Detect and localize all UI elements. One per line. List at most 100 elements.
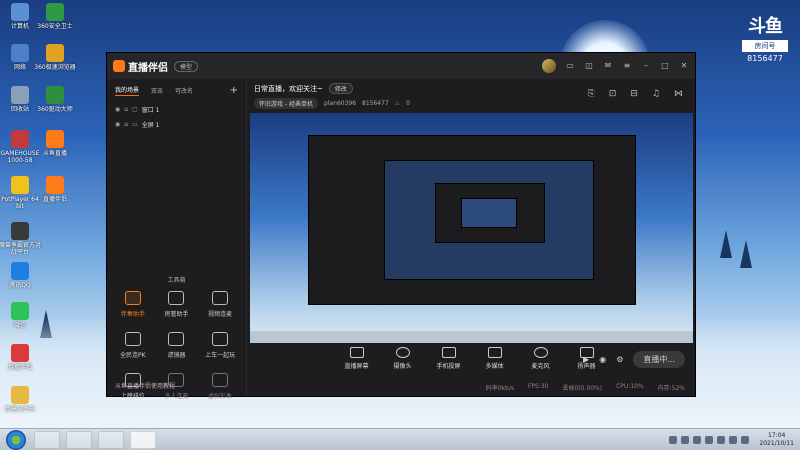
desktop-icon[interactable]: 腾讯QQ: [0, 262, 43, 289]
live-preview[interactable]: [250, 113, 693, 343]
taskbar-folder[interactable]: [66, 430, 92, 449]
avatar[interactable]: [542, 59, 556, 73]
settings-icon[interactable]: ⚙: [616, 355, 623, 364]
gift-icon[interactable]: ⊟: [630, 89, 638, 99]
start-button[interactable]: [6, 429, 26, 450]
bell-icon[interactable]: ♫: [652, 89, 660, 99]
tool-item[interactable]: 房管助手: [155, 291, 199, 318]
copy-icon[interactable]: ⎘: [588, 89, 595, 99]
eye-icon[interactable]: ◉: [599, 355, 606, 364]
app-icon: [11, 3, 29, 21]
message-icon[interactable]: ▭: [565, 61, 575, 71]
tutorial-link[interactable]: 斗鱼直播伴侣使用教程: [115, 381, 175, 390]
tray-icon[interactable]: [705, 435, 714, 444]
control-label: 摄像头: [393, 363, 412, 370]
tab-rename[interactable]: 可改名: [175, 86, 193, 95]
add-scene-icon[interactable]: +: [230, 85, 238, 96]
control-media[interactable]: 多媒体: [480, 347, 510, 370]
douyu-watermark: 斗鱼 房间号 8156477: [742, 12, 788, 63]
left-panel: 我的场景 双击 可改名 + ◉ ⌂ ▢ 窗口 1 ◉ ⌂ ▭ 全屏 1 工具箱 …: [107, 79, 247, 400]
network-icon[interactable]: [729, 435, 738, 444]
live-controls: ▶ ◉ ⚙ 直播中...: [583, 351, 685, 368]
source-item[interactable]: ◉ ⌂ ▢ 窗口 1: [107, 102, 246, 117]
desktop-icon[interactable]: 360驱动大师: [32, 86, 78, 113]
tool-label: 滤镜器: [167, 352, 186, 359]
window-icon: ▢: [132, 106, 138, 113]
desktop-icon-label: 腾讯QQ: [9, 282, 31, 289]
tool-label: 多人连麦: [164, 393, 189, 400]
version-badge[interactable]: 模型: [174, 60, 199, 72]
tool-label: 上车一起玩: [205, 352, 236, 359]
tool-icon: [212, 373, 229, 387]
share-icon[interactable]: ⋈: [674, 89, 683, 99]
tool-item[interactable]: 全民连PK: [111, 332, 155, 359]
tool-item[interactable]: 伴奏助手: [111, 291, 155, 318]
tray-icon[interactable]: [681, 435, 690, 444]
main-panel: 日常直播，欢迎关注~ 修改 怀旧游戏 - 经典单机 plan60396 8156…: [248, 79, 695, 396]
control-camera[interactable]: 摄像头: [388, 347, 418, 370]
lock-icon[interactable]: ⌂: [124, 106, 128, 113]
control-screen[interactable]: 直播屏幕: [342, 347, 372, 370]
taskbar: 17:04 2021/10/11: [0, 428, 800, 450]
tree: [740, 240, 752, 268]
tool-item[interactable]: 上车一起玩: [198, 332, 242, 359]
desktop-icon[interactable]: 直播伴侣: [32, 176, 78, 203]
taskbar-game[interactable]: [98, 430, 124, 449]
record-icon[interactable]: ▶: [583, 355, 589, 364]
status-bar: 码率0kb/s FPS:30 丢帧0(0.00%) CPU:10% 内存:52%: [248, 383, 695, 392]
tab-double-click[interactable]: 双击: [151, 86, 163, 95]
heart-icon: ♨: [394, 100, 401, 107]
volume-icon[interactable]: [741, 435, 750, 444]
tool-item[interactable]: 视频连麦: [198, 291, 242, 318]
desktop-icon[interactable]: 斗鱼直播: [32, 130, 78, 157]
username: plan60396: [323, 100, 357, 107]
desktop-icon-label: 斗鱼直播: [42, 150, 67, 157]
category-tag[interactable]: 怀旧游戏 - 经典单机: [254, 98, 318, 109]
desktop-icon[interactable]: 360极速浏览器: [32, 44, 78, 71]
tray-icon[interactable]: [669, 435, 678, 444]
source-item[interactable]: ◉ ⌂ ▭ 全屏 1: [107, 117, 246, 132]
lock-icon[interactable]: ⌂: [124, 121, 128, 128]
minimize-icon[interactable]: –: [641, 61, 651, 71]
desktop-icon-label: 魔兽争霸官方对战平台: [0, 242, 41, 256]
mail-icon[interactable]: ✉: [603, 61, 613, 71]
app-icon: [11, 44, 29, 62]
tool-item[interactable]: 滤镜器: [155, 332, 199, 359]
media-icon: [487, 347, 502, 358]
control-phone[interactable]: 手机投屏: [434, 347, 464, 370]
skin-icon[interactable]: ◫: [584, 61, 594, 71]
tool-item[interactable]: 虚拟形象: [198, 373, 242, 400]
clock[interactable]: 17:04 2021/10/11: [759, 432, 794, 448]
control-label: 手机投屏: [436, 363, 461, 370]
taskbar-explorer[interactable]: [34, 430, 60, 449]
start-live-button[interactable]: 直播中...: [633, 351, 685, 368]
desktop-icon[interactable]: 直播伴侣: [0, 344, 43, 371]
screenshot-icon[interactable]: ⊡: [609, 89, 617, 99]
tray-icon[interactable]: [717, 435, 726, 444]
menu-icon[interactable]: ≡: [622, 61, 632, 71]
bitrate: 码率0kb/s: [485, 385, 514, 392]
desktop-icon[interactable]: 360安全卫士: [32, 3, 78, 30]
tool-label: 上榜排位: [120, 393, 145, 400]
dropped-frames: 丢帧0(0.00%): [562, 385, 603, 392]
source-label: 窗口 1: [141, 107, 160, 114]
room-id: 8156477: [362, 100, 389, 107]
desktop-icon[interactable]: 新建文件夹: [0, 386, 43, 413]
desktop-icon[interactable]: 微信: [0, 302, 43, 329]
maximize-icon[interactable]: □: [660, 61, 670, 71]
tab-my-scene[interactable]: 我的场景: [115, 85, 140, 96]
tray-icon[interactable]: [693, 435, 702, 444]
preview-nested-window: [435, 183, 545, 243]
eye-icon[interactable]: ◉: [115, 121, 120, 128]
taskbar-live-companion[interactable]: [130, 430, 156, 449]
app-icon: [11, 262, 29, 280]
app-icon: [46, 130, 64, 148]
desktop-icon-label: 新建文件夹: [4, 406, 35, 413]
tool-icon: [168, 291, 185, 305]
desktop-icon[interactable]: 魔兽争霸官方对战平台: [0, 222, 43, 256]
eye-icon[interactable]: ◉: [115, 106, 120, 113]
control-mic[interactable]: 麦克风: [526, 347, 556, 370]
close-icon[interactable]: ✕: [679, 61, 689, 71]
desktop-icon-label: 直播伴侣: [7, 364, 32, 371]
edit-button[interactable]: 修改: [328, 83, 353, 94]
